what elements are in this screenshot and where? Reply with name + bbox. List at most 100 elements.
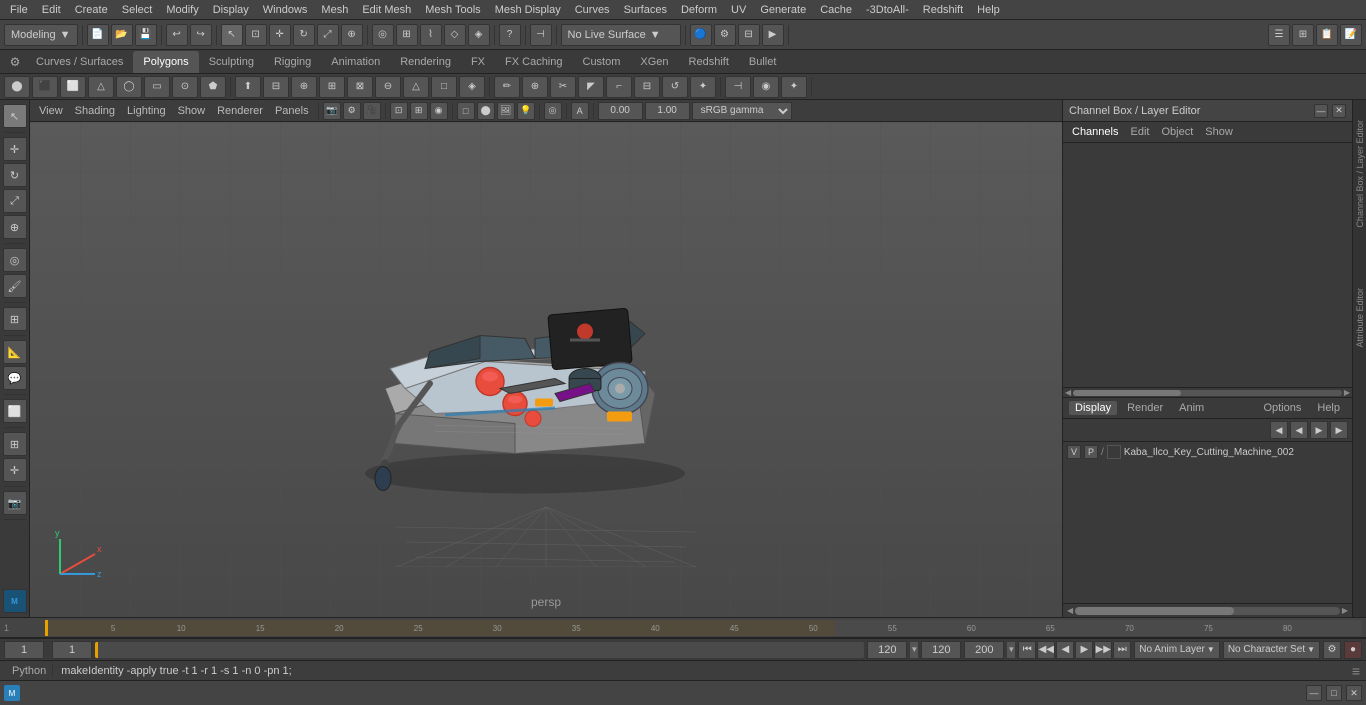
layer-v-label[interactable]: V — [1067, 445, 1081, 459]
frame-selected-btn[interactable]: ◉ — [430, 102, 448, 120]
render-settings-button[interactable]: ⚙ — [714, 24, 736, 46]
channel-box-side-label[interactable]: Channel Box / Layer Editor — [1355, 120, 1365, 228]
prism-tool[interactable]: ⬟ — [200, 76, 226, 98]
torus-tool[interactable]: ◯ — [116, 76, 142, 98]
wireframe-btn[interactable]: □ — [457, 102, 475, 120]
skip-to-end-btn[interactable]: ⏭ — [1113, 641, 1131, 659]
range-start-field[interactable] — [52, 641, 92, 659]
spin-edge-tool[interactable]: ↺ — [662, 76, 688, 98]
panels-menu[interactable]: Panels — [270, 104, 314, 118]
show-menu[interactable]: Show — [173, 104, 211, 118]
poke-tool[interactable]: ✦ — [690, 76, 716, 98]
menu-item-edit-mesh[interactable]: Edit Mesh — [356, 2, 417, 18]
tab-xgen[interactable]: XGen — [630, 51, 678, 73]
bridge-tool[interactable]: ⊟ — [263, 76, 289, 98]
total-frames-arrow[interactable]: ▼ — [1007, 642, 1015, 658]
tab-rendering[interactable]: Rendering — [390, 51, 461, 73]
menu-item-redshift[interactable]: Redshift — [917, 2, 969, 18]
combine-tool[interactable]: ⊞ — [319, 76, 345, 98]
cube-tool[interactable]: ⬛ — [32, 76, 58, 98]
window-restore-btn[interactable]: □ — [1326, 685, 1342, 701]
cb-tab-show[interactable]: Show — [1202, 125, 1236, 139]
paint-tool-left[interactable]: 🖌 — [3, 274, 27, 298]
fill-hole-tool[interactable]: ◈ — [459, 76, 485, 98]
sphere-tool[interactable]: ⬤ — [4, 76, 30, 98]
snap-together-left[interactable]: ⊞ — [3, 307, 27, 331]
smooth-btn[interactable]: ⬤ — [477, 102, 495, 120]
merge-tool[interactable]: ⊕ — [291, 76, 317, 98]
select-tool-button[interactable]: ↖ — [221, 24, 243, 46]
boolean-tool[interactable]: ⊖ — [375, 76, 401, 98]
range-end2-field[interactable] — [921, 641, 961, 659]
move-tool-left[interactable]: ✛ — [3, 137, 27, 161]
channel-box-scrollbar[interactable]: ◀ ▶ — [1063, 387, 1352, 397]
cb-tab-object[interactable]: Object — [1158, 125, 1196, 139]
xray-btn[interactable]: ◎ — [544, 102, 562, 120]
extrude-tool[interactable]: ⬆ — [235, 76, 261, 98]
rotate-tool-button[interactable]: ↻ — [293, 24, 315, 46]
cb-scroll-left[interactable]: ◀ — [1065, 388, 1071, 397]
undo-button[interactable]: ↩ — [166, 24, 188, 46]
current-frame-field[interactable] — [4, 641, 44, 659]
ui-elements-button[interactable]: ☰ — [1268, 24, 1290, 46]
select-tool-left[interactable]: ↖ — [3, 104, 27, 128]
disk-tool[interactable]: ⊙ — [172, 76, 198, 98]
channel-box-close[interactable]: ✕ — [1332, 104, 1346, 118]
le-tab-render[interactable]: Render — [1121, 401, 1169, 415]
smooth-tool[interactable]: ◉ — [753, 76, 779, 98]
scale-tool-button[interactable]: ⤢ — [317, 24, 339, 46]
snap-surface-button[interactable]: ◈ — [468, 24, 490, 46]
rotate-tool-left[interactable]: ↻ — [3, 163, 27, 187]
wedge-tool[interactable]: ◤ — [578, 76, 604, 98]
le-scroll-left-indicator[interactable]: ◀ — [1067, 606, 1073, 615]
step-fwd-btn[interactable]: ▶▶ — [1094, 641, 1112, 659]
sculpt-tool[interactable]: ✦ — [781, 76, 807, 98]
history-button[interactable]: ? — [499, 24, 521, 46]
save-file-button[interactable]: 💾 — [135, 24, 157, 46]
menu-item-3dtoall[interactable]: -3DtoAll- — [860, 2, 915, 18]
snap-point-button[interactable]: ◇ — [444, 24, 466, 46]
mode-dropdown[interactable]: Modeling ▼ — [4, 24, 78, 46]
light-btn[interactable]: 💡 — [517, 102, 535, 120]
cam-num1-field[interactable] — [598, 102, 643, 120]
le-help-menu[interactable]: Help — [1311, 401, 1346, 415]
cb-tab-channels[interactable]: Channels — [1069, 125, 1121, 139]
grid-left[interactable]: ⊞ — [3, 432, 27, 456]
window-close-btn[interactable]: ✕ — [1346, 685, 1362, 701]
menu-item-generate[interactable]: Generate — [754, 2, 812, 18]
menu-item-deform[interactable]: Deform — [675, 2, 723, 18]
le-options-menu[interactable]: Options — [1257, 401, 1307, 415]
separate-tool[interactable]: ⊠ — [347, 76, 373, 98]
le-scroll-left2-btn[interactable]: ◀ — [1290, 421, 1308, 439]
tab-fx[interactable]: FX — [461, 51, 495, 73]
window-minimize-btn[interactable]: — — [1306, 685, 1322, 701]
viewport-3d[interactable]: x y z persp — [30, 122, 1062, 617]
le-tab-anim[interactable]: Anim — [1173, 401, 1210, 415]
skip-to-start-btn[interactable]: ⏮ — [1018, 641, 1036, 659]
cross-left[interactable]: ✛ — [3, 458, 27, 482]
append-tool[interactable]: ⊕ — [522, 76, 548, 98]
menu-item-mesh[interactable]: Mesh — [315, 2, 354, 18]
layout-button[interactable]: ⊞ — [1292, 24, 1314, 46]
menu-item-uv[interactable]: UV — [725, 2, 752, 18]
transform-tool-button[interactable]: ⊕ — [341, 24, 363, 46]
script-icon[interactable]: ≡ — [1352, 663, 1360, 679]
quadrangulate-tool[interactable]: □ — [431, 76, 457, 98]
tab-custom[interactable]: Custom — [573, 51, 631, 73]
tab-bullet[interactable]: Bullet — [739, 51, 787, 73]
new-file-button[interactable]: 📄 — [87, 24, 109, 46]
menu-item-curves[interactable]: Curves — [569, 2, 616, 18]
texture-btn[interactable]: 🖼 — [497, 102, 515, 120]
tab-settings-button[interactable]: ⚙ — [4, 51, 26, 73]
channel-box-minimize[interactable]: — — [1314, 104, 1328, 118]
play-fwd-btn[interactable]: ▶ — [1075, 641, 1093, 659]
step-back-btn[interactable]: ◀◀ — [1037, 641, 1055, 659]
menu-item-mesh-tools[interactable]: Mesh Tools — [419, 2, 486, 18]
menu-item-edit[interactable]: Edit — [36, 2, 67, 18]
menu-item-create[interactable]: Create — [69, 2, 114, 18]
tab-sculpting[interactable]: Sculpting — [199, 51, 264, 73]
cylinder-tool[interactable]: ⬜ — [60, 76, 86, 98]
le-scroll-right-indicator[interactable]: ▶ — [1342, 606, 1348, 615]
camera-rig-btn[interactable]: 🎥 — [363, 102, 381, 120]
menu-item-mesh-display[interactable]: Mesh Display — [489, 2, 567, 18]
